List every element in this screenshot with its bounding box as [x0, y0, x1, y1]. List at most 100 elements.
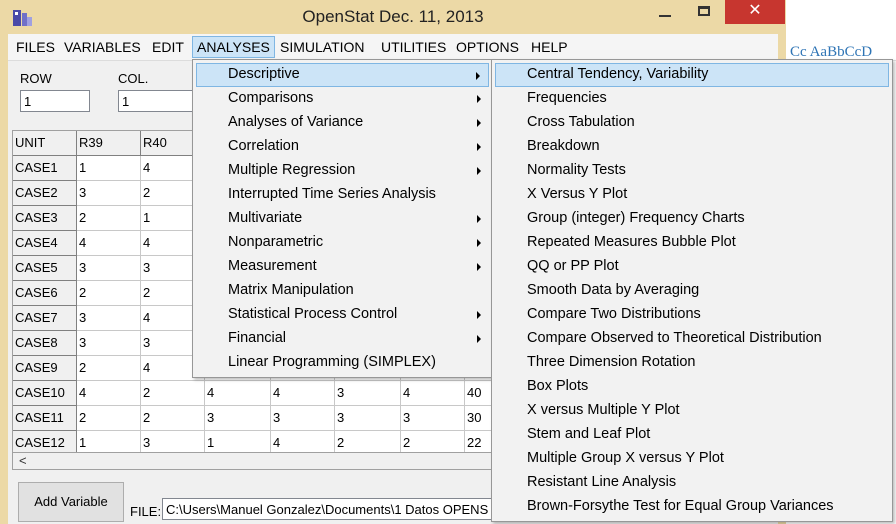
submenu-arrow-icon [477, 167, 481, 175]
descriptive-menu-item[interactable]: Breakdown [495, 135, 889, 159]
descriptive-menu-item[interactable]: Frequencies [495, 87, 889, 111]
grid-cell[interactable]: 3 [401, 406, 465, 431]
grid-cell[interactable]: 2 [141, 381, 205, 406]
grid-cell[interactable]: 1 [77, 431, 141, 453]
analyses-menu-item[interactable]: Interrupted Time Series Analysis [196, 183, 489, 207]
descriptive-menu-item[interactable]: Resistant Line Analysis [495, 471, 889, 495]
descriptive-menu-item[interactable]: Stem and Leaf Plot [495, 423, 889, 447]
scroll-left-icon[interactable]: < [19, 453, 27, 468]
analyses-menu-item[interactable]: Comparisons [196, 87, 489, 111]
menu-analyses[interactable]: ANALYSES [192, 36, 275, 58]
descriptive-menu-item[interactable]: Box Plots [495, 375, 889, 399]
grid-cell[interactable]: 3 [77, 181, 141, 206]
analyses-menu-item[interactable]: Linear Programming (SIMPLEX) [196, 351, 489, 375]
row-header[interactable]: CASE5 [13, 256, 77, 281]
grid-cell[interactable]: 4 [205, 381, 271, 406]
grid-cell[interactable]: 4 [401, 381, 465, 406]
descriptive-menu-item[interactable]: Three Dimension Rotation [495, 351, 889, 375]
grid-cell[interactable]: 3 [335, 406, 401, 431]
analyses-menu-item[interactable]: Multiple Regression [196, 159, 489, 183]
horizontal-scrollbar[interactable]: < [12, 452, 502, 470]
grid-cell[interactable]: 2 [335, 431, 401, 453]
grid-cell[interactable]: 3 [335, 381, 401, 406]
descriptive-menu-item[interactable]: Normality Tests [495, 159, 889, 183]
analyses-menu-item[interactable]: Multivariate [196, 207, 489, 231]
grid-cell[interactable]: 2 [77, 206, 141, 231]
col-input[interactable] [118, 90, 198, 112]
analyses-menu-item[interactable]: Descriptive [196, 63, 489, 87]
menu-help[interactable]: HELP [527, 38, 572, 56]
row-header[interactable]: CASE8 [13, 331, 77, 356]
grid-cell[interactable]: 4 [271, 431, 335, 453]
grid-cell[interactable]: 3 [77, 306, 141, 331]
row-header[interactable]: CASE6 [13, 281, 77, 306]
grid-cell[interactable]: 2 [401, 431, 465, 453]
analyses-menu-item[interactable]: Measurement [196, 255, 489, 279]
row-header[interactable]: CASE4 [13, 231, 77, 256]
submenu-arrow-icon [476, 72, 480, 80]
column-header[interactable]: UNIT [13, 131, 77, 156]
descriptive-menu-item[interactable]: Multiple Group X versus Y Plot [495, 447, 889, 471]
menu-item-label: Multiple Regression [228, 162, 356, 178]
row-header[interactable]: CASE3 [13, 206, 77, 231]
menu-item-label: Correlation [228, 138, 299, 154]
menu-variables[interactable]: VARIABLES [60, 38, 145, 56]
analyses-menu-item[interactable]: Correlation [196, 135, 489, 159]
analyses-menu-item[interactable]: Financial [196, 327, 489, 351]
descriptive-menu-item[interactable]: Compare Two Distributions [495, 303, 889, 327]
grid-cell[interactable]: 1 [205, 431, 271, 453]
descriptive-menu-item[interactable]: Group (integer) Frequency Charts [495, 207, 889, 231]
minimize-button[interactable] [650, 0, 680, 24]
grid-cell[interactable]: 1 [77, 156, 141, 181]
menu-files[interactable]: FILES [12, 38, 59, 56]
row-header[interactable]: CASE7 [13, 306, 77, 331]
descriptive-menu-item[interactable]: X versus Multiple Y Plot [495, 399, 889, 423]
row-header[interactable]: CASE12 [13, 431, 77, 453]
descriptive-menu-item[interactable]: Repeated Measures Bubble Plot [495, 231, 889, 255]
grid-cell[interactable]: 3 [205, 406, 271, 431]
grid-cell[interactable]: 2 [77, 281, 141, 306]
grid-cell[interactable]: 2 [77, 406, 141, 431]
analyses-menu-item[interactable]: Statistical Process Control [196, 303, 489, 327]
grid-cell[interactable]: 3 [77, 331, 141, 356]
maximize-button[interactable] [690, 0, 720, 24]
menu-item-label: Descriptive [228, 66, 300, 82]
add-variable-button[interactable]: Add Variable [18, 482, 124, 522]
descriptive-menu-item[interactable]: Smooth Data by Averaging [495, 279, 889, 303]
grid-cell[interactable]: 3 [271, 406, 335, 431]
menu-utilities[interactable]: UTILITIES [377, 38, 450, 56]
row-header[interactable]: CASE10 [13, 381, 77, 406]
close-button[interactable]: ✕ [725, 0, 785, 24]
descriptive-menu-item[interactable]: Compare Observed to Theoretical Distribu… [495, 327, 889, 351]
row-header[interactable]: CASE1 [13, 156, 77, 181]
analyses-menu: Descriptive Comparisons Analyses of Varian… [192, 59, 493, 378]
row-input[interactable] [20, 90, 90, 112]
analyses-menu-item[interactable]: Matrix Manipulation [196, 279, 489, 303]
grid-cell[interactable]: 3 [77, 256, 141, 281]
descriptive-menu-item[interactable]: Brown-Forsythe Test for Equal Group Vari… [495, 495, 889, 519]
menu-edit[interactable]: EDIT [148, 38, 188, 56]
row-header[interactable]: CASE9 [13, 356, 77, 381]
menu-options[interactable]: OPTIONS [452, 38, 523, 56]
grid-cell[interactable]: 3 [141, 431, 205, 453]
descriptive-menu-item[interactable]: X Versus Y Plot [495, 183, 889, 207]
submenu-arrow-icon [477, 143, 481, 151]
submenu-arrow-icon [477, 335, 481, 343]
row-header[interactable]: CASE2 [13, 181, 77, 206]
grid-cell[interactable]: 4 [271, 381, 335, 406]
grid-cell[interactable]: 2 [141, 406, 205, 431]
grid-cell[interactable]: 2 [77, 356, 141, 381]
descriptive-menu-item[interactable]: QQ or PP Plot [495, 255, 889, 279]
analyses-menu-item[interactable]: Nonparametric [196, 231, 489, 255]
grid-cell[interactable]: 4 [77, 381, 141, 406]
grid-cell[interactable]: 4 [77, 231, 141, 256]
column-header[interactable]: R39 [77, 131, 141, 156]
row-header[interactable]: CASE11 [13, 406, 77, 431]
file-path-field[interactable]: C:\Users\Manuel Gonzalez\Documents\1 Dat… [162, 498, 502, 520]
menu-item-label: Nonparametric [228, 234, 324, 250]
menu-simulation[interactable]: SIMULATION [276, 38, 369, 56]
submenu-arrow-icon [477, 263, 481, 271]
analyses-menu-item[interactable]: Analyses of Variance [196, 111, 489, 135]
descriptive-menu-item[interactable]: Cross Tabulation [495, 111, 889, 135]
descriptive-menu-item[interactable]: Central Tendency, Variability [495, 63, 889, 87]
